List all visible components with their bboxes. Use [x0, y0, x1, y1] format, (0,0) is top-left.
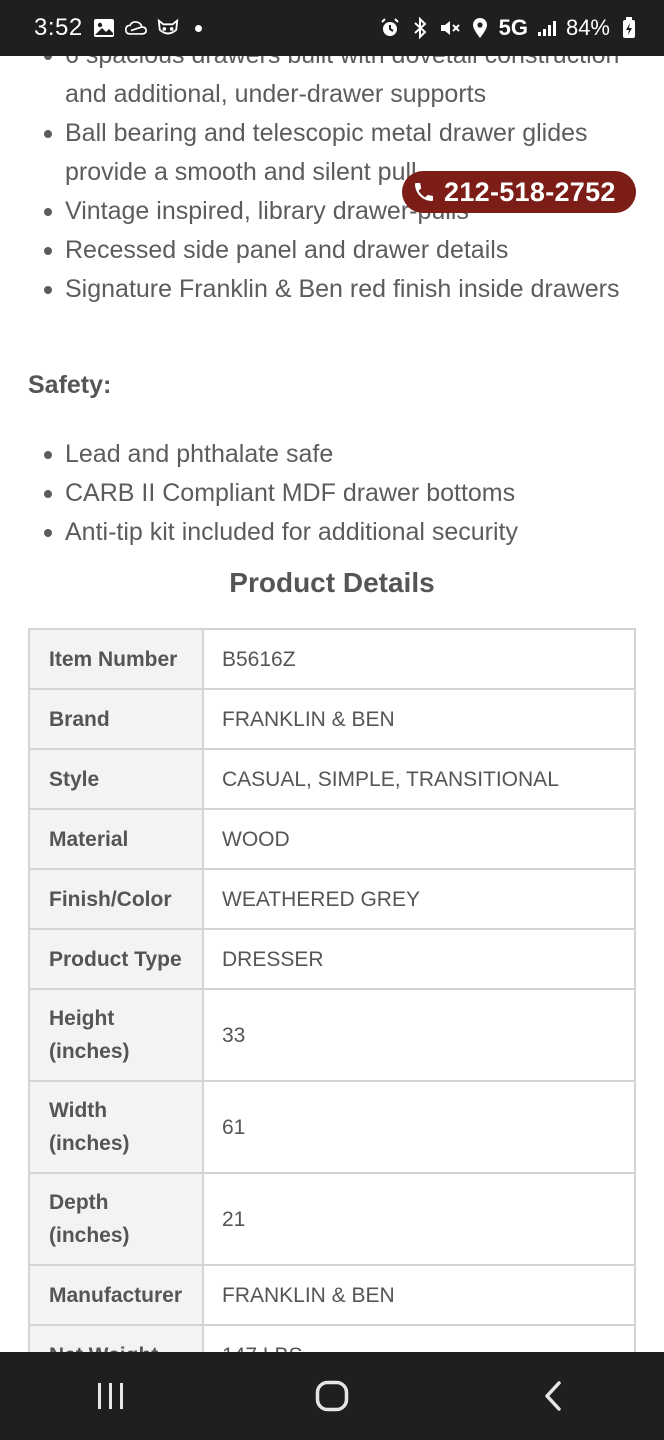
raccoon-icon — [157, 17, 179, 39]
navigation-bar — [0, 1352, 664, 1440]
table-row: Manufacturer FRANKLIN & BEN — [28, 1264, 636, 1326]
table-row: Style CASUAL, SIMPLE, TRANSITIONAL — [28, 748, 636, 810]
back-button[interactable] — [513, 1366, 593, 1426]
row-label: Finish/Color — [28, 868, 204, 930]
product-details-heading: Product Details — [229, 567, 435, 598]
table-row: Product Type DRESSER — [28, 928, 636, 990]
page-content[interactable]: 6 spacious drawers built with dovetail c… — [0, 56, 664, 1352]
row-value: 147 LBS — [202, 1324, 636, 1352]
status-bar-right: 5G 84% — [379, 15, 640, 41]
table-row: Material WOOD — [28, 808, 636, 870]
alarm-icon — [379, 17, 401, 39]
row-label: Depth (inches) — [28, 1172, 204, 1266]
row-label: Brand — [28, 688, 204, 750]
table-row: Width (inches) 61 — [28, 1080, 636, 1174]
list-item: Signature Franklin & Ben red finish insi… — [0, 270, 664, 309]
product-details-table: Item Number B5616Z Brand FRANKLIN & BEN … — [28, 628, 636, 1352]
list-item: Anti-tip kit included for additional sec… — [0, 513, 664, 552]
list-item: Recessed side panel and drawer details — [0, 231, 664, 270]
row-value: WOOD — [202, 808, 636, 870]
home-icon — [315, 1380, 349, 1412]
battery-charging-icon — [618, 17, 640, 39]
row-label: Width (inches) — [28, 1080, 204, 1174]
phone-number-label: 212-518-2752 — [444, 176, 616, 207]
row-value: B5616Z — [202, 628, 636, 690]
bluetooth-icon — [409, 17, 431, 39]
battery-percent: 84% — [565, 15, 610, 40]
table-row: Net Weight 147 LBS — [28, 1324, 636, 1352]
row-label: Height (inches) — [28, 988, 204, 1082]
back-icon — [542, 1380, 564, 1412]
mute-icon — [439, 17, 461, 39]
safety-heading: Safety: — [28, 371, 112, 399]
table-row: Height (inches) 33 — [28, 988, 636, 1082]
row-value: WEATHERED GREY — [202, 868, 636, 930]
recent-apps-icon — [96, 1382, 126, 1410]
recent-apps-button[interactable] — [71, 1366, 151, 1426]
row-label: Style — [28, 748, 204, 810]
row-label: Item Number — [28, 628, 204, 690]
network-type: 5G — [498, 15, 528, 40]
safety-list: Lead and phthalate safe CARB II Complian… — [0, 435, 664, 552]
table-row: Brand FRANKLIN & BEN — [28, 688, 636, 750]
table-row: Finish/Color WEATHERED GREY — [28, 868, 636, 930]
row-label: Material — [28, 808, 204, 870]
row-label: Product Type — [28, 928, 204, 990]
row-value: 21 — [202, 1172, 636, 1266]
status-bar-left: 3:52 — [34, 14, 202, 42]
phone-icon — [412, 180, 436, 204]
status-time: 3:52 — [34, 14, 83, 41]
signal-icon — [536, 17, 558, 39]
row-label: Net Weight — [28, 1324, 204, 1352]
row-value: 61 — [202, 1080, 636, 1174]
row-value: DRESSER — [202, 928, 636, 990]
list-item: CARB II Compliant MDF drawer bottoms — [0, 474, 664, 513]
row-label: Manufacturer — [28, 1264, 204, 1326]
gallery-icon — [93, 17, 115, 39]
row-value: FRANKLIN & BEN — [202, 688, 636, 750]
home-button[interactable] — [292, 1366, 372, 1426]
row-value: FRANKLIN & BEN — [202, 1264, 636, 1326]
table-row: Item Number B5616Z — [28, 628, 636, 690]
status-bar: 3:52 5G 84% — [0, 0, 664, 56]
table-row: Depth (inches) 21 — [28, 1172, 636, 1266]
row-value: 33 — [202, 988, 636, 1082]
cloud-icon — [124, 17, 147, 39]
location-icon — [469, 17, 491, 39]
call-phone-button[interactable]: 212-518-2752 — [402, 171, 636, 213]
list-item: 6 spacious drawers built with dovetail c… — [0, 56, 664, 114]
notification-dot — [194, 24, 202, 32]
list-item: Lead and phthalate safe — [0, 435, 664, 474]
row-value: CASUAL, SIMPLE, TRANSITIONAL — [202, 748, 636, 810]
